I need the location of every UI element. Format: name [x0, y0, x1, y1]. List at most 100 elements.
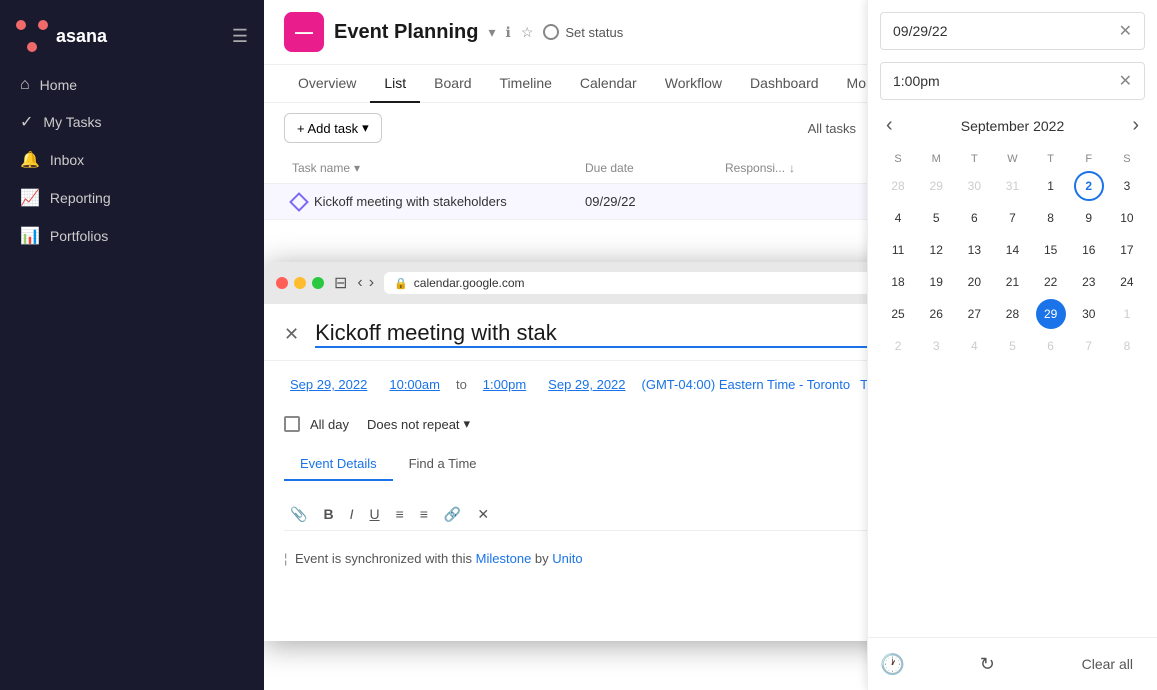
cal-day[interactable]: 3 [1112, 171, 1142, 201]
cal-day[interactable]: 1 [1112, 299, 1142, 329]
cal-day[interactable]: 7 [1074, 331, 1104, 361]
cal-day[interactable]: 12 [921, 235, 951, 265]
info-icon[interactable]: ℹ [506, 24, 511, 41]
repeat-dropdown[interactable]: Does not repeat ▾ [359, 412, 478, 436]
cal-day[interactable]: 25 [883, 299, 913, 329]
event-title-input[interactable] [315, 320, 904, 348]
cal-day[interactable]: 3 [921, 331, 951, 361]
cal-day[interactable]: 2 [883, 331, 913, 361]
cal-day[interactable]: 6 [1036, 331, 1066, 361]
allday-checkbox[interactable] [284, 416, 300, 432]
sidebar-nav: ⌂ Home ✓ My Tasks 🔔 Inbox 📈 Reporting 📊 … [0, 68, 264, 254]
cal-day[interactable]: 1 [1036, 171, 1066, 201]
cal-day-today[interactable]: 2 [1074, 171, 1104, 201]
tab-board[interactable]: Board [420, 65, 485, 103]
close-button-traffic[interactable] [276, 277, 288, 289]
time-clear-icon[interactable]: ✕ [1119, 71, 1132, 91]
cal-day[interactable]: 22 [1036, 267, 1066, 297]
add-task-button[interactable]: + Add task ▾ [284, 113, 382, 143]
sidebar-item-home[interactable]: ⌂ Home [8, 68, 256, 102]
cal-day[interactable]: 29 [921, 171, 951, 201]
cal-day[interactable]: 31 [997, 171, 1027, 201]
attach-icon[interactable]: 📎 [284, 503, 313, 526]
ordered-list-icon[interactable]: ≡ [390, 503, 410, 526]
cal-day[interactable]: 11 [883, 235, 913, 265]
cal-day[interactable]: 19 [921, 267, 951, 297]
cal-day[interactable]: 20 [959, 267, 989, 297]
cal-day[interactable]: 23 [1074, 267, 1104, 297]
next-month-button[interactable]: › [1126, 112, 1145, 139]
project-chevron-icon[interactable]: ▾ [488, 24, 495, 41]
cal-day[interactable]: 26 [921, 299, 951, 329]
cal-day[interactable]: 21 [997, 267, 1027, 297]
tab-calendar[interactable]: Calendar [566, 65, 651, 103]
forward-icon[interactable]: › [369, 274, 374, 292]
refresh-icon[interactable]: ↻ [980, 654, 995, 675]
clear-all-button[interactable]: Clear all [1070, 650, 1145, 678]
bold-icon[interactable]: B [317, 503, 339, 526]
end-date-button[interactable]: Sep 29, 2022 [542, 373, 631, 396]
sidebar-toggle-icon[interactable]: ⊟ [334, 273, 347, 293]
clock-icon[interactable]: 🕐 [880, 652, 905, 677]
sidebar-item-my-tasks[interactable]: ✓ My Tasks [8, 104, 256, 140]
cal-day[interactable]: 6 [959, 203, 989, 233]
cal-day[interactable]: 18 [883, 267, 913, 297]
sidebar-item-portfolios[interactable]: 📊 Portfolios [8, 218, 256, 254]
minimize-button-traffic[interactable] [294, 277, 306, 289]
cal-day[interactable]: 17 [1112, 235, 1142, 265]
date-clear-icon[interactable]: ✕ [1119, 21, 1132, 41]
time-value[interactable]: 1:00pm [893, 73, 940, 89]
cal-day[interactable]: 7 [997, 203, 1027, 233]
gcal-close-button[interactable]: ✕ [284, 324, 299, 345]
prev-month-button[interactable]: ‹ [880, 112, 899, 139]
cal-day[interactable]: 9 [1074, 203, 1104, 233]
sidebar-item-inbox[interactable]: 🔔 Inbox [8, 142, 256, 178]
cal-day[interactable]: 27 [959, 299, 989, 329]
cal-day[interactable]: 8 [1036, 203, 1066, 233]
cal-day[interactable]: 8 [1112, 331, 1142, 361]
sidebar-item-home-label: Home [40, 77, 77, 93]
set-status-button[interactable]: Set status [543, 24, 623, 40]
tab-dashboard[interactable]: Dashboard [736, 65, 833, 103]
end-time-button[interactable]: 1:00pm [477, 373, 532, 396]
cal-day[interactable]: 4 [883, 203, 913, 233]
cal-day[interactable]: 16 [1074, 235, 1104, 265]
cal-day[interactable]: 28 [883, 171, 913, 201]
cal-day[interactable]: 13 [959, 235, 989, 265]
milestone-link[interactable]: Milestone [476, 551, 532, 566]
all-tasks-label[interactable]: All tasks [808, 121, 856, 136]
cal-day[interactable]: 14 [997, 235, 1027, 265]
unordered-list-icon[interactable]: ≡ [414, 503, 434, 526]
cal-day-selected[interactable]: 29 [1036, 299, 1066, 329]
tab-list[interactable]: List [370, 65, 420, 103]
remove-format-icon[interactable]: ✕ [471, 503, 495, 526]
cal-day[interactable]: 5 [997, 331, 1027, 361]
cal-day[interactable]: 15 [1036, 235, 1066, 265]
date-value[interactable]: 09/29/22 [893, 23, 948, 39]
tab-workflow[interactable]: Workflow [651, 65, 736, 103]
start-time-button[interactable]: 10:00am [383, 373, 446, 396]
cal-day[interactable]: 10 [1112, 203, 1142, 233]
tab-find-time[interactable]: Find a Time [393, 448, 493, 481]
start-date-button[interactable]: Sep 29, 2022 [284, 373, 373, 396]
star-icon[interactable]: ☆ [521, 24, 534, 41]
italic-icon[interactable]: I [344, 503, 360, 526]
cal-day[interactable]: 4 [959, 331, 989, 361]
timezone-text[interactable]: (GMT-04:00) Eastern Time - Toronto [642, 377, 851, 392]
cal-day[interactable]: 28 [997, 299, 1027, 329]
maximize-button-traffic[interactable] [312, 277, 324, 289]
link-icon[interactable]: 🔗 [438, 503, 467, 526]
cal-day[interactable]: 24 [1112, 267, 1142, 297]
calendar-panel: 09/29/22 ✕ 1:00pm ✕ ‹ September 2022 › S… [867, 0, 1157, 690]
hamburger-icon[interactable]: ☰ [232, 26, 248, 47]
underline-icon[interactable]: U [363, 503, 385, 526]
cal-day[interactable]: 30 [959, 171, 989, 201]
cal-day[interactable]: 5 [921, 203, 951, 233]
tab-timeline[interactable]: Timeline [486, 65, 566, 103]
unito-link[interactable]: Unito [552, 551, 582, 566]
cal-day[interactable]: 30 [1074, 299, 1104, 329]
tab-overview[interactable]: Overview [284, 65, 370, 103]
back-icon[interactable]: ‹ [357, 274, 362, 292]
sidebar-item-reporting[interactable]: 📈 Reporting [8, 180, 256, 216]
tab-event-details[interactable]: Event Details [284, 448, 393, 481]
